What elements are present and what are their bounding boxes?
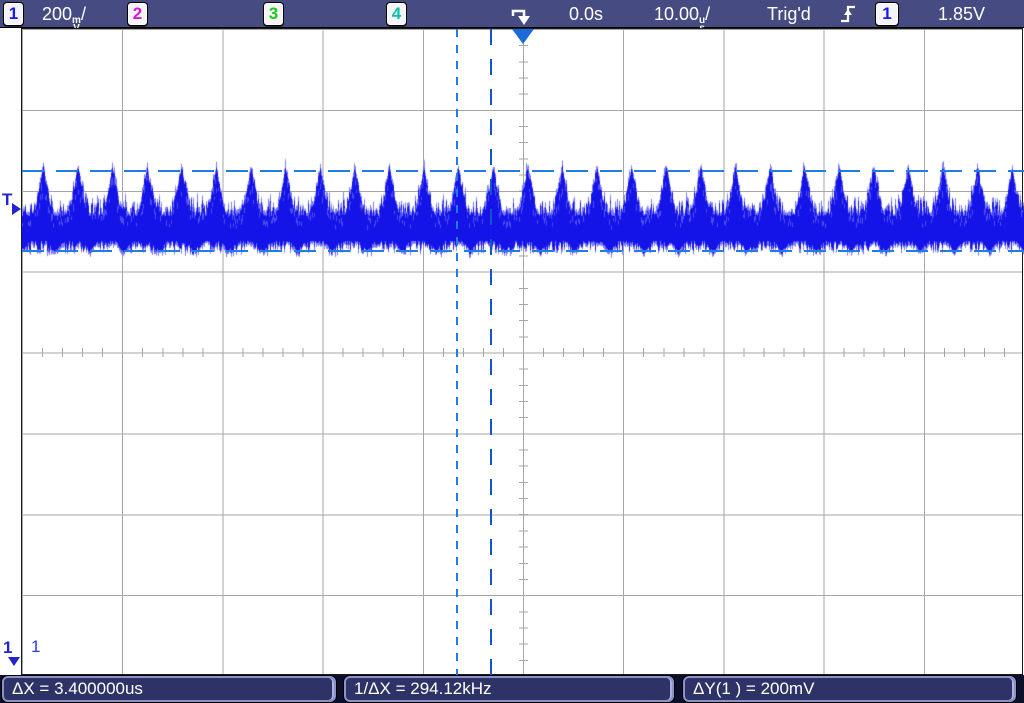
channel-1-scale-value: 200 — [42, 4, 72, 24]
time-reference-arrow-icon — [508, 4, 534, 26]
channel-1-scale-suffix: / — [81, 4, 86, 24]
y1-cursor-line[interactable] — [22, 170, 1024, 172]
x1-cursor-line[interactable] — [456, 29, 458, 676]
channel-1-waveform — [22, 29, 1024, 676]
measurement-bar: ΔX = 3.400000us 1/ΔX = 294.12kHz ΔY(1 ) … — [0, 675, 1024, 703]
channel-3-badge[interactable]: 3 — [263, 2, 284, 26]
delta-y-readout: ΔY(1 ) = 200mV — [683, 676, 1016, 702]
channel-4-badge[interactable]: 4 — [386, 2, 407, 26]
rising-edge-trigger-icon — [840, 4, 857, 26]
status-bar: 1 200mV/ 2 3 4 0.0s 10.00us/ Trig'd 1 1.… — [0, 0, 1024, 28]
channel-2-badge[interactable]: 2 — [127, 2, 148, 26]
delta-x-readout: ΔX = 3.400000us — [2, 676, 336, 702]
trigger-status: Trig'd — [767, 3, 811, 25]
channel-1-badge[interactable]: 1 — [3, 2, 24, 26]
horizontal-delay-readout: 0.0s — [569, 3, 603, 25]
channel-1-scale: 200mV/ — [42, 3, 86, 25]
inverse-delta-x-readout: 1/ΔX = 294.12kHz — [344, 676, 674, 702]
ch1-trace-label: 1 — [31, 637, 40, 657]
trigger-level-readout: 1.85V — [938, 3, 985, 25]
x2-cursor-line[interactable] — [490, 29, 492, 676]
y2-cursor-line[interactable] — [22, 250, 1024, 252]
ch1-offset-marker-arrow[interactable] — [8, 657, 20, 666]
ch1-offset-marker-label: 1 — [3, 638, 12, 658]
timebase-readout: 10.00us/ — [654, 3, 710, 25]
oscilloscope-screen: 1 200mV/ 2 3 4 0.0s 10.00us/ Trig'd 1 1.… — [0, 0, 1024, 703]
trigger-level-marker-label: T — [2, 190, 12, 210]
timebase-suffix: / — [705, 4, 710, 24]
timebase-value: 10.00 — [654, 4, 699, 24]
graticule — [21, 28, 1023, 675]
trigger-time-marker[interactable] — [512, 29, 534, 44]
trigger-level-marker-arrow[interactable] — [12, 203, 21, 215]
trigger-source-badge[interactable]: 1 — [875, 2, 899, 26]
